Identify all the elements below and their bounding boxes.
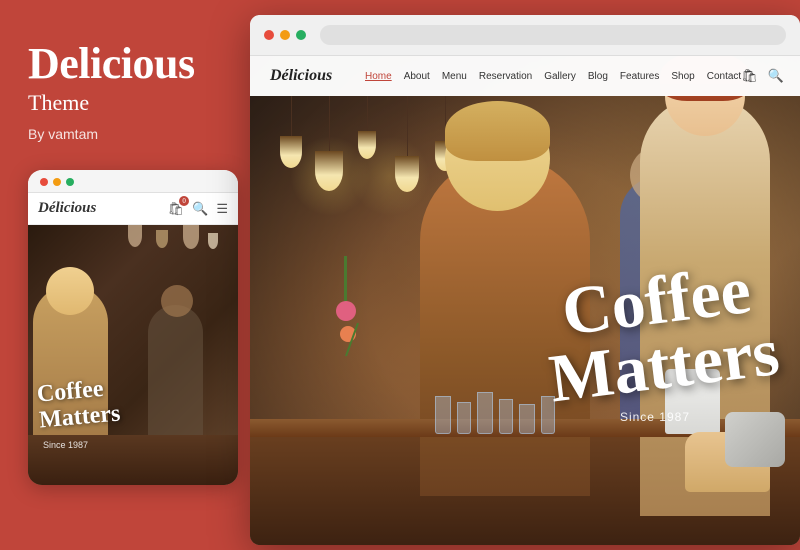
- mobile-maximize-dot: [66, 178, 74, 186]
- nav-link-blog[interactable]: Blog: [588, 71, 608, 82]
- mobile-logo: Délicious: [38, 200, 96, 217]
- mobile-search-icon[interactable]: 🔍: [192, 201, 208, 217]
- desktop-nav-actions: 🛍 🔍: [741, 68, 784, 84]
- ceiling-lamp-1: [280, 96, 302, 168]
- nav-link-shop[interactable]: Shop: [671, 71, 694, 82]
- desktop-nav-links: Home About Menu Reservation Gallery Blog…: [365, 71, 741, 82]
- hands-pouring: [680, 402, 790, 492]
- flower-arrangement: [335, 256, 356, 342]
- nav-link-about[interactable]: About: [404, 71, 430, 82]
- theme-title: Delicious: [28, 40, 220, 88]
- desktop-maximize-dot[interactable]: [296, 30, 306, 40]
- mobile-nav: Délicious 🛍 0 🔍 ☰: [28, 193, 238, 225]
- desktop-minimize-dot[interactable]: [280, 30, 290, 40]
- website-preview: Délicious Home About Menu Reservation Ga…: [250, 56, 800, 545]
- desktop-search-icon[interactable]: 🔍: [768, 68, 784, 84]
- desktop-nav-logo: Délicious: [270, 67, 345, 85]
- hero-since-text: Since 1987: [620, 410, 690, 424]
- mobile-titlebar: [28, 170, 238, 193]
- mobile-minimize-dot: [53, 178, 61, 186]
- ceiling-lamp-4: [395, 96, 419, 192]
- ceiling-lamp-3: [358, 96, 376, 159]
- mobile-cart-icon[interactable]: 🛍 0: [168, 201, 185, 217]
- nav-link-gallery[interactable]: Gallery: [544, 71, 576, 82]
- mobile-close-dot: [40, 178, 48, 186]
- ceiling-lamp-2: [315, 96, 343, 191]
- mobile-menu-icon[interactable]: ☰: [216, 201, 228, 217]
- left-panel: Delicious Theme By vamtam Délicious 🛍 0 …: [0, 0, 248, 550]
- mobile-hero-text: Coffee Matters: [36, 374, 122, 434]
- desktop-close-dot[interactable]: [264, 30, 274, 40]
- mobile-since-text: Since 1987: [43, 440, 88, 450]
- mobile-nav-icons: 🛍 0 🔍 ☰: [168, 201, 228, 217]
- desktop-mockup: Délicious Home About Menu Reservation Ga…: [250, 15, 800, 545]
- nav-link-features[interactable]: Features: [620, 71, 659, 82]
- main-person-hair: [445, 101, 550, 161]
- theme-author: By vamtam: [28, 126, 220, 142]
- desktop-nav: Délicious Home About Menu Reservation Ga…: [250, 56, 800, 96]
- nav-link-reservation[interactable]: Reservation: [479, 71, 532, 82]
- desktop-titlebar: [250, 15, 800, 56]
- desktop-cart-icon[interactable]: 🛍: [741, 68, 758, 84]
- nav-link-menu[interactable]: Menu: [442, 71, 467, 82]
- nav-link-home[interactable]: Home: [365, 71, 392, 82]
- mobile-cart-badge: 0: [179, 196, 189, 206]
- mobile-hero: Coffee Matters Since 1987: [28, 225, 238, 485]
- mobile-mockup: Délicious 🛍 0 🔍 ☰: [28, 170, 238, 485]
- counter-glasses: [435, 392, 555, 434]
- theme-subtitle: Theme: [28, 90, 220, 116]
- hero-text-overlay: Coffee Matters: [538, 254, 782, 410]
- desktop-address-bar[interactable]: [320, 25, 786, 45]
- nav-link-contact[interactable]: Contact: [707, 71, 741, 82]
